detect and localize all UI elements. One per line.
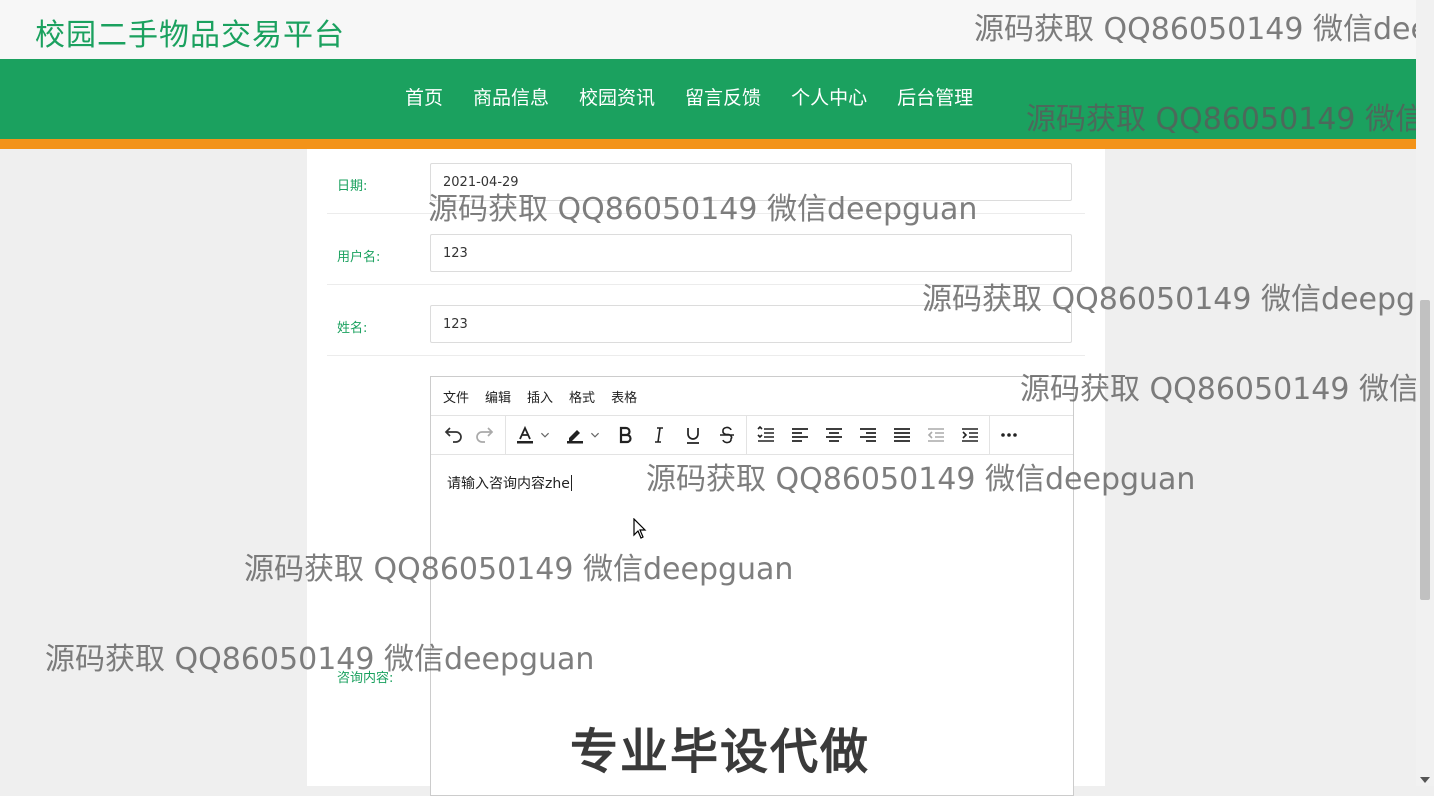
toolbar-separator: [989, 416, 990, 454]
date-input[interactable]: [430, 163, 1072, 201]
nav-item-profile[interactable]: 个人中心: [776, 83, 882, 110]
menu-table[interactable]: 表格: [603, 387, 645, 406]
menu-format[interactable]: 格式: [561, 387, 603, 406]
chevron-down-icon: [540, 432, 550, 438]
align-right-icon: [860, 428, 876, 442]
highlight-icon: [567, 430, 583, 444]
name-input[interactable]: [430, 305, 1072, 343]
nav-accent-stripe: [0, 139, 1416, 149]
chevron-down-icon: [590, 432, 600, 438]
toolbar-separator: [505, 416, 506, 454]
indent-icon: [962, 428, 978, 442]
strikethrough-icon: [720, 426, 734, 444]
underline-button[interactable]: [676, 420, 710, 450]
line-height-button[interactable]: [749, 420, 783, 450]
undo-icon: [444, 427, 462, 443]
strikethrough-button[interactable]: [710, 420, 744, 450]
top-header: 校园二手物品交易平台: [0, 0, 1416, 59]
menu-file[interactable]: 文件: [435, 387, 477, 406]
scroll-down-arrow-icon[interactable]: [1420, 777, 1430, 783]
editor-toolbar: [431, 416, 1073, 455]
page-scrollbar[interactable]: [1416, 0, 1434, 786]
menu-insert[interactable]: 插入: [519, 387, 561, 406]
more-icon: [1001, 433, 1017, 437]
username-input[interactable]: [430, 234, 1072, 272]
nav-items: 首页 商品信息 校园资讯 留言反馈 个人中心 后台管理: [390, 83, 988, 110]
editor-content-area[interactable]: 请输入咨询内容zhe: [447, 473, 572, 493]
site-title[interactable]: 校园二手物品交易平台: [35, 10, 345, 54]
nav-item-news[interactable]: 校园资讯: [564, 83, 670, 110]
italic-button[interactable]: [642, 420, 676, 450]
nav-item-home[interactable]: 首页: [390, 83, 458, 110]
date-label: 日期:: [337, 179, 368, 194]
highlight-button[interactable]: [558, 420, 608, 450]
toolbar-separator: [746, 416, 747, 454]
more-button[interactable]: [992, 420, 1026, 450]
redo-button[interactable]: [469, 420, 503, 450]
nav-item-admin[interactable]: 后台管理: [882, 83, 988, 110]
align-center-button[interactable]: [817, 420, 851, 450]
form-row-username: 用户名:: [327, 214, 1085, 285]
promo-overlay-text: 专业毕设代做: [570, 724, 871, 780]
underline-icon: [687, 428, 699, 444]
undo-button[interactable]: [435, 420, 469, 450]
scrollbar-thumb[interactable]: [1420, 300, 1430, 600]
bold-icon: [619, 426, 632, 444]
align-left-button[interactable]: [783, 420, 817, 450]
editor-text: 请输入咨询内容zhe: [447, 476, 570, 492]
text-color-icon: [517, 425, 533, 444]
main-nav: 首页 商品信息 校园资讯 留言反馈 个人中心 后台管理: [0, 59, 1416, 139]
align-justify-icon: [894, 428, 910, 442]
menu-edit[interactable]: 编辑: [477, 387, 519, 406]
align-justify-button[interactable]: [885, 420, 919, 450]
indent-button[interactable]: [953, 420, 987, 450]
align-right-button[interactable]: [851, 420, 885, 450]
form-row-date: 日期:: [327, 149, 1085, 214]
align-left-icon: [792, 428, 808, 442]
username-label: 用户名:: [337, 250, 381, 265]
italic-icon: [655, 427, 663, 443]
outdent-button[interactable]: [919, 420, 953, 450]
outdent-icon: [927, 428, 944, 442]
nav-item-products[interactable]: 商品信息: [458, 83, 564, 110]
nav-item-feedback[interactable]: 留言反馈: [670, 83, 776, 110]
text-color-button[interactable]: [508, 420, 558, 450]
name-label: 姓名:: [337, 321, 368, 336]
bold-button[interactable]: [608, 420, 642, 450]
consult-form: 日期: 用户名: 姓名: 文件 编辑 插入 格式 表格: [307, 149, 1105, 796]
text-caret: [570, 475, 572, 491]
line-height-icon: [757, 425, 774, 442]
form-row-name: 姓名:: [327, 285, 1085, 356]
editor-menubar: 文件 编辑 插入 格式 表格: [431, 377, 1073, 416]
content-label: 咨询内容:: [337, 671, 394, 686]
mouse-cursor-icon: [633, 518, 647, 539]
redo-icon: [476, 427, 494, 443]
align-center-icon: [826, 428, 842, 442]
